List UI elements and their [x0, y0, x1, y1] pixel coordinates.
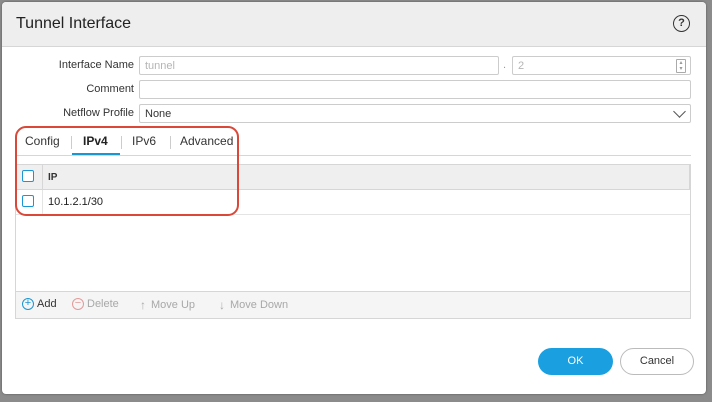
- column-divider: [42, 190, 43, 214]
- netflow-profile-label: Netflow Profile: [63, 107, 134, 119]
- comment-label: Comment: [86, 83, 134, 95]
- column-divider: [42, 165, 43, 189]
- chevron-down-icon: [673, 105, 686, 118]
- move-up-label: Move Up: [151, 299, 196, 311]
- tab-bar: Config IPv4 IPv6 Advanced: [15, 129, 691, 156]
- interface-name-separator: .: [503, 59, 507, 71]
- arrow-down-icon: ↓: [219, 298, 225, 312]
- add-button[interactable]: + Add: [22, 298, 57, 310]
- interface-name-input[interactable]: tunnel: [139, 56, 499, 75]
- cancel-button[interactable]: Cancel: [620, 348, 694, 375]
- add-label: Add: [37, 298, 57, 310]
- table-toolbar: + Add − Delete ↑ Move Up ↓ Move Down: [16, 291, 690, 318]
- minus-circle-icon: −: [72, 298, 84, 310]
- ip-column-header[interactable]: IP: [48, 172, 57, 183]
- ip-address-table: IP 10.1.2.1/30 + Add − Delete ↑ Move Up …: [15, 164, 691, 319]
- tab-config[interactable]: Config: [25, 134, 60, 148]
- table-row[interactable]: 10.1.2.1/30: [16, 190, 690, 215]
- tab-advanced[interactable]: Advanced: [180, 134, 233, 148]
- tab-ipv6[interactable]: IPv6: [132, 134, 156, 148]
- active-tab-indicator: [72, 153, 120, 155]
- delete-button[interactable]: − Delete: [72, 298, 119, 310]
- row-checkbox[interactable]: [22, 195, 34, 207]
- subinterface-number-value: 2: [518, 60, 525, 72]
- subinterface-number-input[interactable]: 2 ▴ ▾: [512, 56, 691, 75]
- arrow-up-icon: ↑: [140, 298, 146, 312]
- netflow-profile-select[interactable]: None: [139, 104, 691, 123]
- tunnel-interface-dialog: Tunnel Interface ? Interface Name tunnel…: [2, 2, 706, 394]
- tab-ipv4[interactable]: IPv4: [83, 134, 108, 148]
- delete-label: Delete: [87, 298, 119, 310]
- ip-cell[interactable]: 10.1.2.1/30: [48, 196, 103, 208]
- column-divider: [689, 165, 690, 189]
- dialog-titlebar: Tunnel Interface ?: [2, 2, 706, 47]
- help-icon[interactable]: ?: [673, 15, 690, 32]
- netflow-profile-value: None: [145, 108, 172, 120]
- tab-divider: [121, 136, 122, 149]
- ok-button[interactable]: OK: [538, 348, 613, 375]
- move-down-button[interactable]: ↓ Move Down: [219, 298, 288, 312]
- dialog-title: Tunnel Interface: [16, 15, 132, 32]
- comment-input[interactable]: [139, 80, 691, 99]
- plus-circle-icon: +: [22, 298, 34, 310]
- spinner-icon[interactable]: ▴ ▾: [676, 59, 686, 73]
- tab-divider: [170, 136, 171, 149]
- interface-name-label: Interface Name: [58, 59, 134, 71]
- move-down-label: Move Down: [230, 299, 289, 311]
- table-header: IP: [16, 165, 690, 190]
- tab-divider: [71, 136, 72, 149]
- move-up-button[interactable]: ↑ Move Up: [140, 298, 195, 312]
- select-all-checkbox[interactable]: [22, 170, 34, 182]
